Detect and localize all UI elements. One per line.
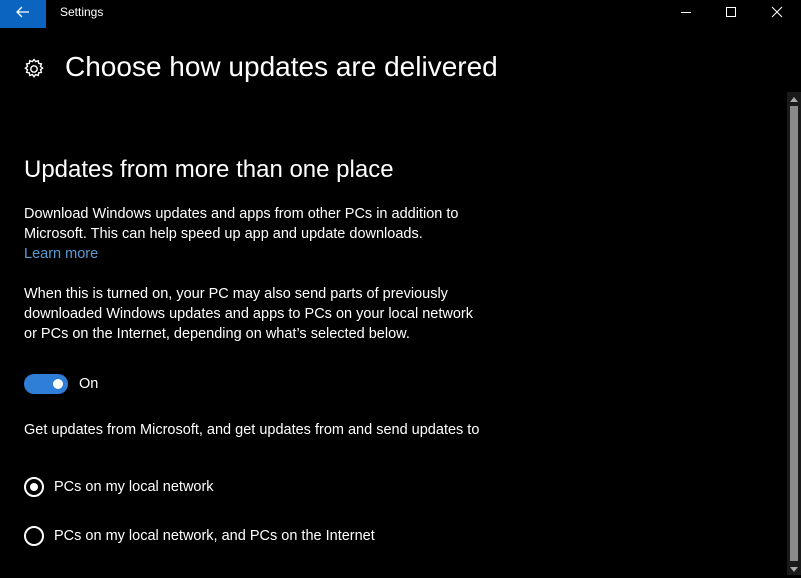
maximize-button[interactable] bbox=[708, 0, 754, 28]
minimize-icon bbox=[680, 5, 692, 23]
option-local-and-internet[interactable]: PCs on my local network, and PCs on the … bbox=[24, 525, 375, 547]
back-arrow-icon bbox=[16, 5, 30, 23]
scrollbar[interactable] bbox=[787, 92, 801, 575]
chevron-down-icon bbox=[790, 560, 798, 578]
close-button[interactable] bbox=[754, 0, 800, 28]
page-title: Choose how updates are delivered bbox=[65, 51, 498, 82]
back-button[interactable] bbox=[0, 0, 46, 28]
option-local-network[interactable]: PCs on my local network bbox=[24, 476, 214, 498]
radio-button[interactable] bbox=[24, 526, 44, 546]
learn-more-link[interactable]: Learn more bbox=[24, 244, 98, 264]
scroll-up-arrow[interactable] bbox=[787, 92, 801, 104]
radio-button[interactable] bbox=[24, 477, 44, 497]
toggle-knob bbox=[53, 379, 63, 389]
scroll-down-arrow[interactable] bbox=[787, 563, 801, 575]
title-bar: Settings bbox=[0, 0, 801, 28]
option-label: PCs on my local network, and PCs on the … bbox=[54, 528, 375, 544]
gear-icon bbox=[22, 57, 46, 81]
option-label: PCs on my local network bbox=[54, 479, 214, 495]
window-title: Settings bbox=[60, 5, 104, 19]
close-icon bbox=[771, 5, 783, 23]
chevron-up-icon bbox=[790, 89, 798, 107]
toggle-state-label: On bbox=[79, 376, 99, 392]
radio-selected-dot bbox=[30, 483, 38, 491]
radio-prompt: Get updates from Microsoft, and get upda… bbox=[24, 422, 480, 438]
scroll-thumb[interactable] bbox=[790, 106, 798, 561]
maximize-icon bbox=[725, 5, 737, 23]
intro-text: Download Windows updates and apps from o… bbox=[24, 206, 459, 242]
delivery-optimization-toggle[interactable] bbox=[24, 374, 68, 394]
minimize-button[interactable] bbox=[663, 0, 709, 28]
description-text: When this is turned on, your PC may also… bbox=[24, 286, 473, 342]
section-heading: Updates from more than one place bbox=[24, 156, 394, 183]
